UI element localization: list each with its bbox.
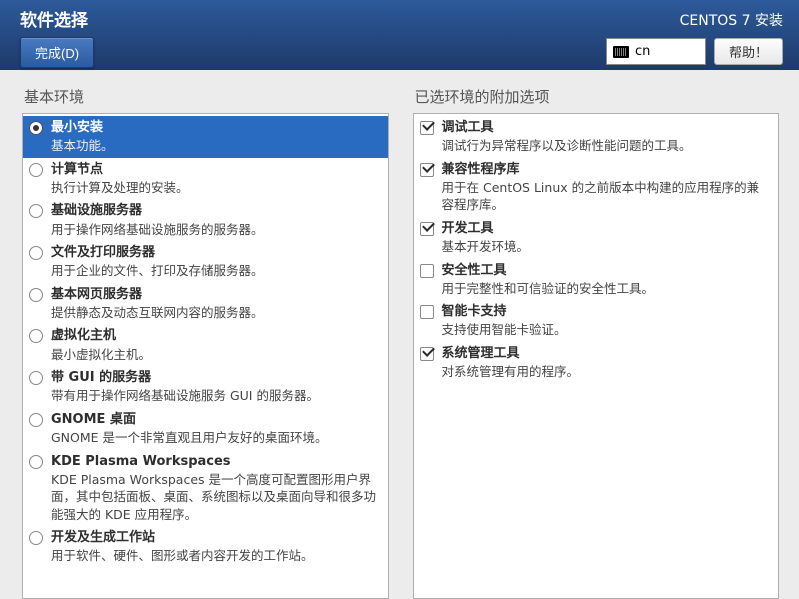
addon-item-text: 智能卡支持支持使用智能卡验证。 — [442, 303, 771, 339]
env-item-text: 虚拟化主机最小虚拟化主机。 — [51, 327, 380, 363]
env-item-desc: 最小虚拟化主机。 — [51, 346, 380, 364]
addon-item-desc: 用于在 CentOS Linux 的之前版本中构建的应用程序的兼容程序库。 — [442, 179, 771, 214]
content-area: 基本环境 最小安装基本功能。计算节点执行计算及处理的安装。基础设施服务器用于操作… — [0, 70, 799, 599]
checkbox-icon[interactable] — [420, 305, 434, 319]
addon-item-title: 开发工具 — [442, 220, 771, 238]
env-item-text: 基本网页服务器提供静态及动态互联网内容的服务器。 — [51, 286, 380, 322]
env-item-text: GNOME 桌面GNOME 是一个非常直观且用户友好的桌面环境。 — [51, 411, 380, 447]
addon-item[interactable]: 调试工具调试行为异常程序以及诊断性能问题的工具。 — [414, 116, 779, 158]
addons-list[interactable]: 调试工具调试行为异常程序以及诊断性能问题的工具。兼容性程序库用于在 CentOS… — [413, 113, 780, 599]
addon-item[interactable]: 开发工具基本开发环境。 — [414, 217, 779, 259]
radio-icon[interactable] — [29, 288, 43, 302]
env-item-desc: 用于操作网络基础设施服务的服务器。 — [51, 221, 380, 239]
addon-item-title: 安全性工具 — [442, 262, 771, 280]
done-button[interactable]: 完成(D) — [20, 37, 94, 68]
env-item-text: 计算节点执行计算及处理的安装。 — [51, 161, 380, 197]
env-item-text: 基础设施服务器用于操作网络基础设施服务的服务器。 — [51, 202, 380, 238]
radio-icon[interactable] — [29, 455, 43, 469]
env-item-desc: 用于软件、硬件、图形或者内容开发的工作站。 — [51, 547, 380, 565]
help-button[interactable]: 帮助！ — [714, 38, 783, 65]
header-bar: 软件选择 完成(D) CENTOS 7 安装 cn 帮助！ — [0, 0, 799, 70]
addon-item-desc: 基本开发环境。 — [442, 238, 771, 256]
env-item[interactable]: 开发及生成工作站用于软件、硬件、图形或者内容开发的工作站。 — [23, 526, 388, 568]
addons-title: 已选环境的附加选项 — [413, 86, 780, 107]
checkbox-icon[interactable] — [420, 163, 434, 177]
radio-icon[interactable] — [29, 413, 43, 427]
installer-title: CENTOS 7 安装 — [606, 10, 783, 30]
env-item-desc: 执行计算及处理的安装。 — [51, 179, 380, 197]
radio-icon[interactable] — [29, 204, 43, 218]
env-item-text: 开发及生成工作站用于软件、硬件、图形或者内容开发的工作站。 — [51, 529, 380, 565]
header-controls: cn 帮助！ — [606, 38, 783, 65]
env-item[interactable]: GNOME 桌面GNOME 是一个非常直观且用户友好的桌面环境。 — [23, 408, 388, 450]
checkbox-icon[interactable] — [420, 222, 434, 236]
env-item-title: GNOME 桌面 — [51, 411, 380, 429]
radio-icon[interactable] — [29, 163, 43, 177]
env-item[interactable]: 基本网页服务器提供静态及动态互联网内容的服务器。 — [23, 283, 388, 325]
env-item-title: 基本网页服务器 — [51, 286, 380, 304]
env-item-title: KDE Plasma Workspaces — [51, 453, 380, 471]
env-item-desc: 带有用于操作网络基础设施服务 GUI 的服务器。 — [51, 387, 380, 405]
radio-icon[interactable] — [29, 531, 43, 545]
radio-icon[interactable] — [29, 246, 43, 260]
checkbox-icon[interactable] — [420, 121, 434, 135]
radio-icon[interactable] — [29, 121, 43, 135]
env-item-desc: GNOME 是一个非常直观且用户友好的桌面环境。 — [51, 429, 380, 447]
env-item-text: 带 GUI 的服务器带有用于操作网络基础设施服务 GUI 的服务器。 — [51, 369, 380, 405]
env-item-title: 虚拟化主机 — [51, 327, 380, 345]
env-item-title: 基础设施服务器 — [51, 202, 380, 220]
addon-item-text: 安全性工具用于完整性和可信验证的安全性工具。 — [442, 262, 771, 298]
addon-item-title: 兼容性程序库 — [442, 161, 771, 179]
radio-icon[interactable] — [29, 329, 43, 343]
env-item-desc: 基本功能。 — [51, 137, 380, 155]
addon-item-desc: 调试行为异常程序以及诊断性能问题的工具。 — [442, 137, 771, 155]
addon-item-desc: 支持使用智能卡验证。 — [442, 321, 771, 339]
env-item[interactable]: 最小安装基本功能。 — [23, 116, 388, 158]
addon-item-text: 调试工具调试行为异常程序以及诊断性能问题的工具。 — [442, 119, 771, 155]
addon-item-desc: 用于完整性和可信验证的安全性工具。 — [442, 280, 771, 298]
keyboard-icon — [613, 46, 629, 58]
addon-item[interactable]: 智能卡支持支持使用智能卡验证。 — [414, 300, 779, 342]
env-item-text: 文件及打印服务器用于企业的文件、打印及存储服务器。 — [51, 244, 380, 280]
addons-column: 已选环境的附加选项 调试工具调试行为异常程序以及诊断性能问题的工具。兼容性程序库… — [413, 86, 780, 599]
env-item[interactable]: 基础设施服务器用于操作网络基础设施服务的服务器。 — [23, 199, 388, 241]
addon-item[interactable]: 安全性工具用于完整性和可信验证的安全性工具。 — [414, 259, 779, 301]
env-item[interactable]: 计算节点执行计算及处理的安装。 — [23, 158, 388, 200]
addon-item-text: 兼容性程序库用于在 CentOS Linux 的之前版本中构建的应用程序的兼容程… — [442, 161, 771, 214]
env-item-text: 最小安装基本功能。 — [51, 119, 380, 155]
addon-item-text: 开发工具基本开发环境。 — [442, 220, 771, 256]
addon-item-title: 系统管理工具 — [442, 345, 771, 363]
checkbox-icon[interactable] — [420, 347, 434, 361]
env-item-title: 开发及生成工作站 — [51, 529, 380, 547]
header-right: CENTOS 7 安装 cn 帮助！ — [606, 10, 783, 65]
env-item[interactable]: 带 GUI 的服务器带有用于操作网络基础设施服务 GUI 的服务器。 — [23, 366, 388, 408]
env-item-title: 带 GUI 的服务器 — [51, 369, 380, 387]
addon-item-title: 智能卡支持 — [442, 303, 771, 321]
env-item-title: 计算节点 — [51, 161, 380, 179]
env-item-text: KDE Plasma WorkspacesKDE Plasma Workspac… — [51, 453, 380, 524]
keyboard-layout-indicator[interactable]: cn — [606, 38, 706, 65]
base-environment-list[interactable]: 最小安装基本功能。计算节点执行计算及处理的安装。基础设施服务器用于操作网络基础设… — [22, 113, 389, 599]
radio-icon[interactable] — [29, 371, 43, 385]
addon-item-title: 调试工具 — [442, 119, 771, 137]
addon-item[interactable]: 系统管理工具对系统管理有用的程序。 — [414, 342, 779, 384]
env-item-title: 最小安装 — [51, 119, 380, 137]
env-item-desc: 用于企业的文件、打印及存储服务器。 — [51, 262, 380, 280]
env-item[interactable]: KDE Plasma WorkspacesKDE Plasma Workspac… — [23, 450, 388, 527]
env-item-title: 文件及打印服务器 — [51, 244, 380, 262]
addon-item[interactable]: 兼容性程序库用于在 CentOS Linux 的之前版本中构建的应用程序的兼容程… — [414, 158, 779, 217]
env-item-desc: 提供静态及动态互联网内容的服务器。 — [51, 304, 380, 322]
env-item[interactable]: 文件及打印服务器用于企业的文件、打印及存储服务器。 — [23, 241, 388, 283]
keyboard-layout-label: cn — [635, 44, 650, 59]
addon-item-desc: 对系统管理有用的程序。 — [442, 363, 771, 381]
env-item-desc: KDE Plasma Workspaces 是一个高度可配置图形用户界面，其中包… — [51, 471, 380, 524]
checkbox-icon[interactable] — [420, 264, 434, 278]
base-environment-title: 基本环境 — [22, 86, 389, 107]
base-environment-column: 基本环境 最小安装基本功能。计算节点执行计算及处理的安装。基础设施服务器用于操作… — [22, 86, 389, 599]
addon-item-text: 系统管理工具对系统管理有用的程序。 — [442, 345, 771, 381]
env-item[interactable]: 虚拟化主机最小虚拟化主机。 — [23, 324, 388, 366]
